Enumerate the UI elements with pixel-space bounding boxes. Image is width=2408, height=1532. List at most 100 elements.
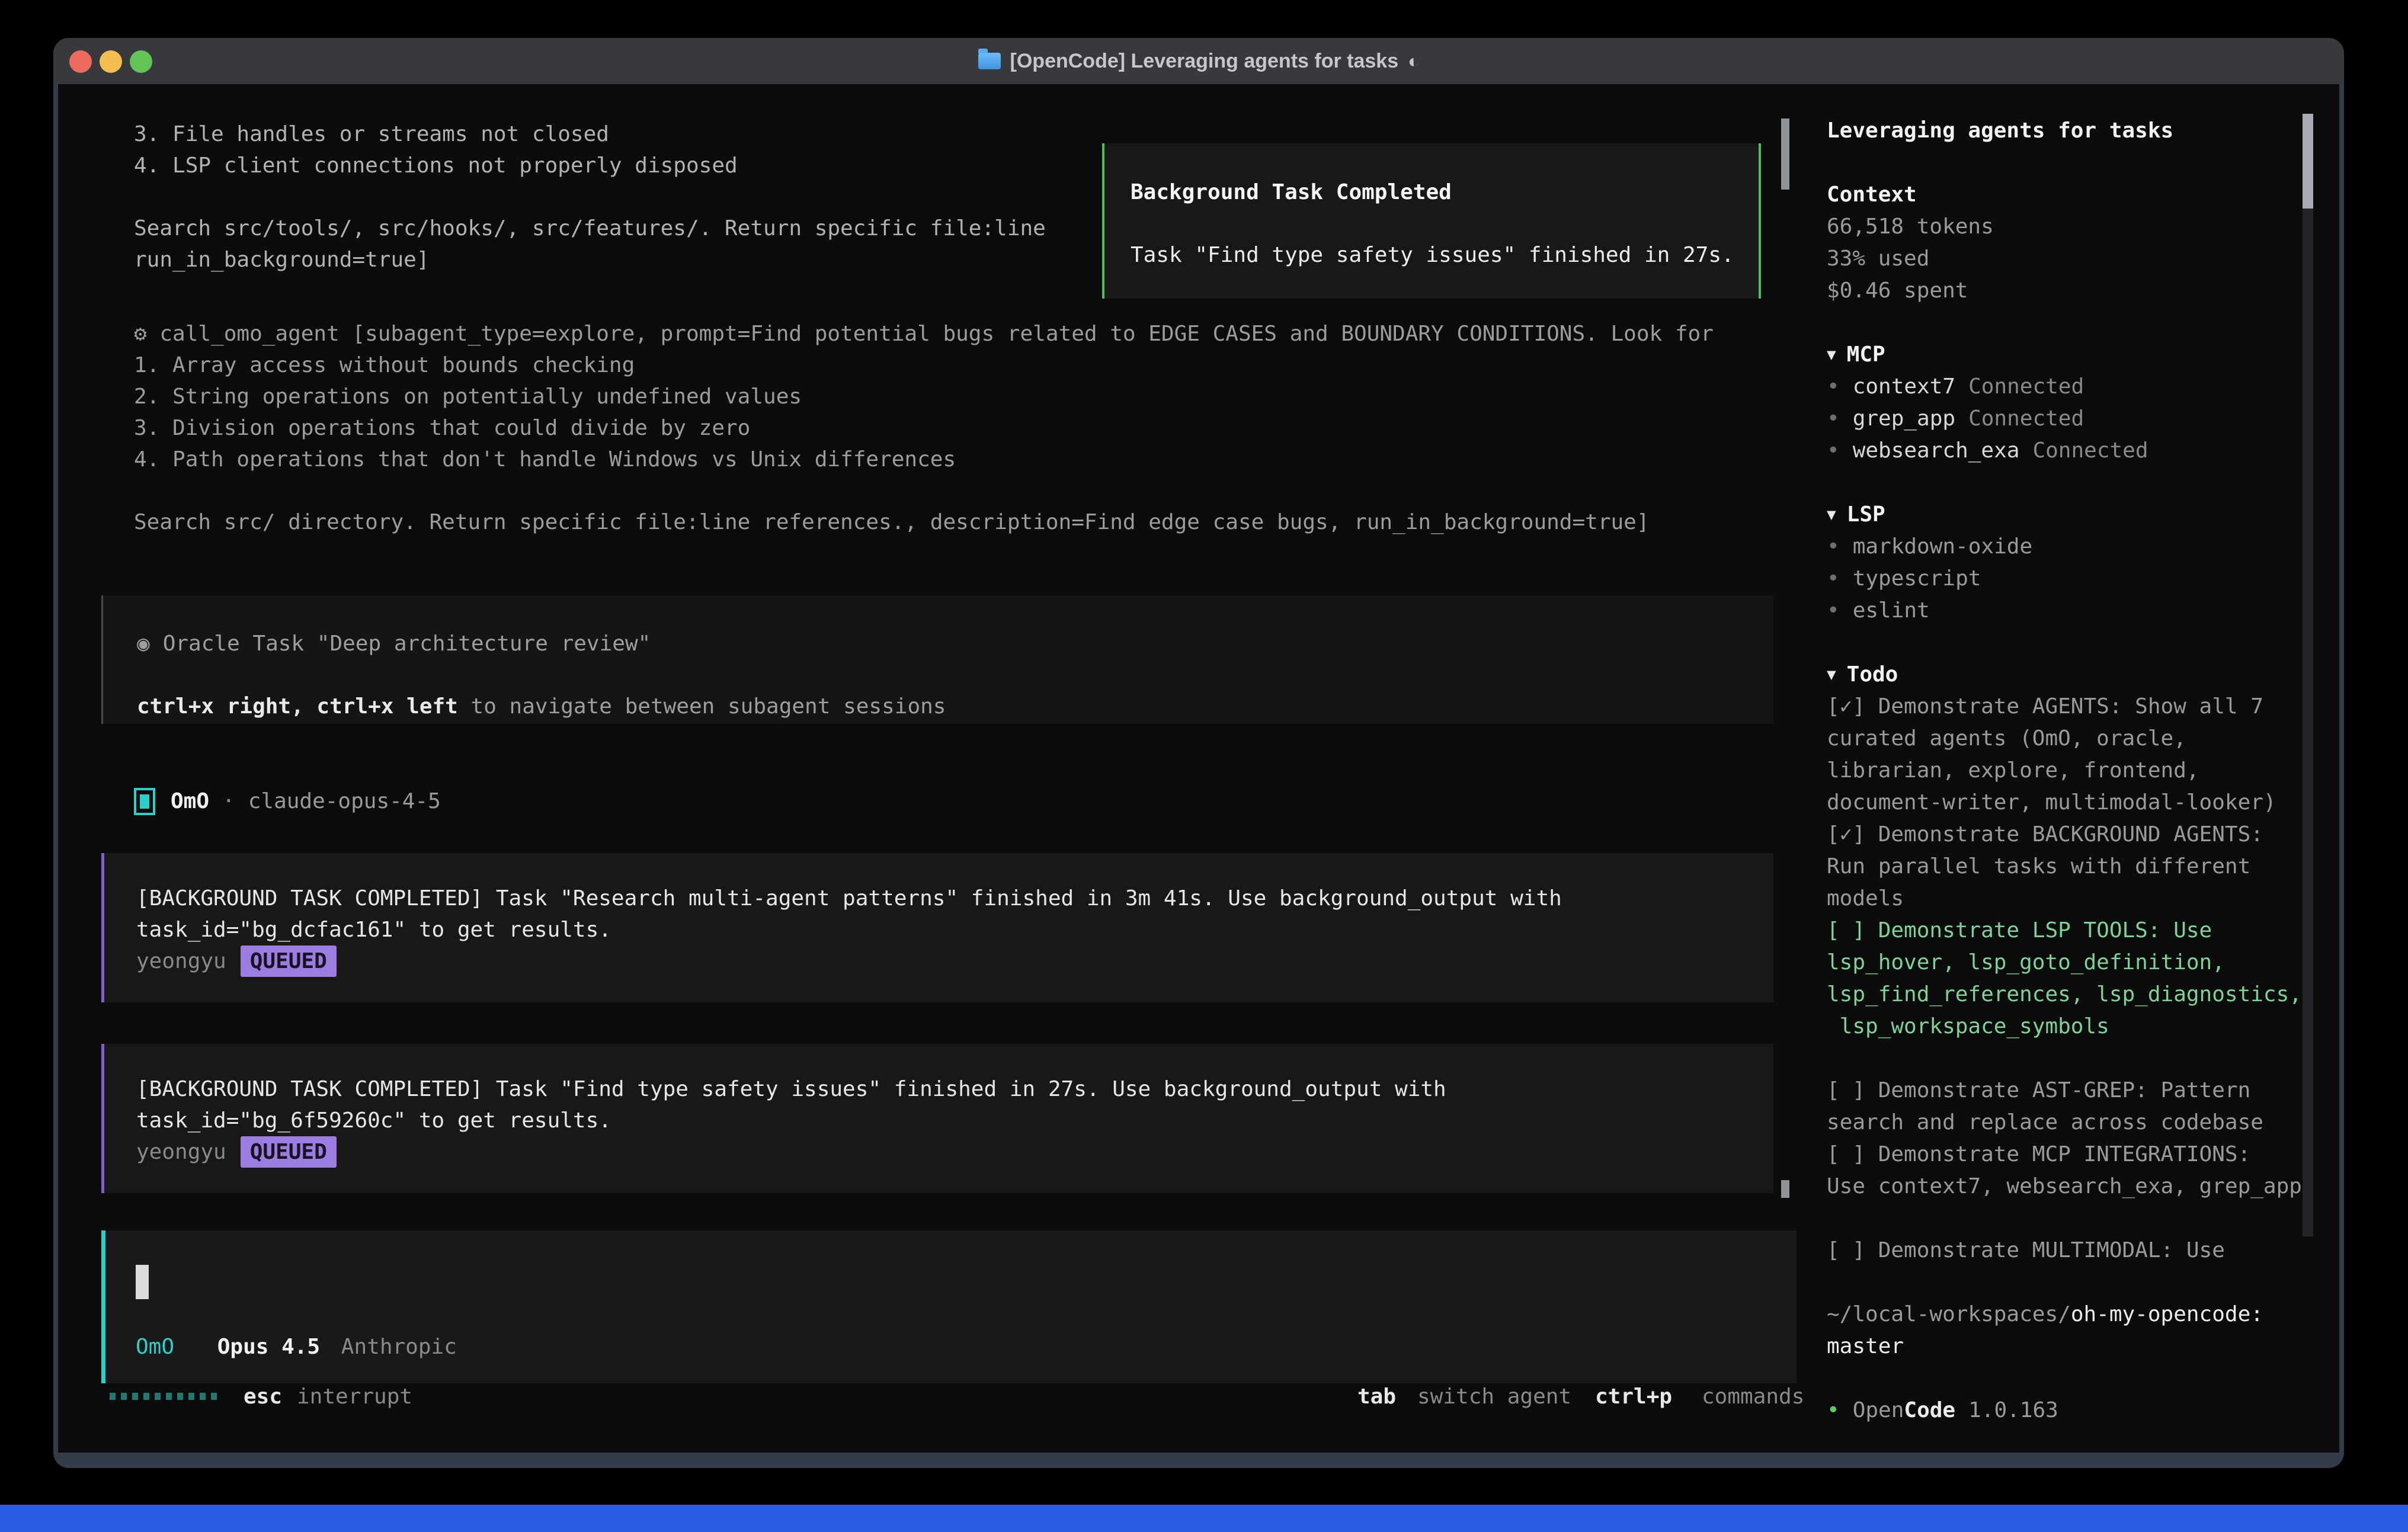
task-line-1: [BACKGROUND TASK COMPLETED] Task "Resear… xyxy=(136,883,1773,914)
transcript-scrollbar-thumb-bottom[interactable] xyxy=(1781,1180,1789,1198)
task-meta: yeongyu QUEUED xyxy=(136,946,1773,977)
sidebar-scrollbar-thumb[interactable] xyxy=(2303,114,2313,209)
esc-key-label: interrupt xyxy=(297,1381,412,1412)
oracle-hint-line: ctrl+x right, ctrl+x left to navigate be… xyxy=(137,691,1773,722)
mcp-server-name: websearch_exa xyxy=(1853,438,2020,463)
version-line: • OpenCode 1.0.163 xyxy=(1827,1395,2301,1427)
todo-item-pending: [ ] Demonstrate MULTIMODAL: Use xyxy=(1827,1235,2301,1267)
notification-body: Task "Find type safety issues" finished … xyxy=(1131,239,1759,271)
bullet-icon: • xyxy=(1827,438,1840,463)
mcp-server-name: grep_app xyxy=(1853,406,1955,431)
activity-spinner-dots xyxy=(110,1393,222,1400)
input-model-name[interactable]: Opus 4.5 xyxy=(217,1335,320,1359)
app-version-number: 1.0.163 xyxy=(1968,1398,2058,1422)
todo-item-active: [ ] Demonstrate LSP TOOLS: Use lsp_hover… xyxy=(1827,915,2301,1043)
version-bullet-icon: • xyxy=(1827,1398,1840,1422)
session-title: Leveraging agents for tasks xyxy=(1827,115,2301,147)
todo-section-header[interactable]: ▼ Todo xyxy=(1827,659,2301,691)
agent-icon-fill xyxy=(140,794,149,809)
prompt-input[interactable]: OmO Opus 4.5 Anthropic xyxy=(101,1230,1797,1383)
esc-key-hint: esc xyxy=(244,1381,282,1412)
agent-model: claude-opus-4-5 xyxy=(248,786,441,817)
task-line-2: task_id="bg_dcfac161" to get results. xyxy=(136,914,1773,946)
lsp-server-name: markdown-oxide xyxy=(1853,534,2032,559)
model-row: OmO Opus 4.5 Anthropic xyxy=(136,1331,457,1363)
transcript-scrollbar-thumb[interactable] xyxy=(1781,118,1789,190)
mcp-server-status: Connected xyxy=(1968,406,2084,431)
workspace-repo: oh-my-opencode: xyxy=(2071,1302,2263,1326)
oracle-task-title-line: ◉Oracle Task "Deep architecture review" xyxy=(137,628,1773,659)
mcp-server-status: Connected xyxy=(1968,374,2084,399)
terminal-content: 3. File handles or streams not closed 4.… xyxy=(58,84,2339,1453)
todo-heading: Todo xyxy=(1847,662,1898,687)
workspace-path-prefix: ~/local-workspaces/ xyxy=(1827,1302,2071,1326)
sidebar-scrollbar-track[interactable] xyxy=(2303,114,2313,1236)
context-heading: Context xyxy=(1827,179,2301,211)
mcp-server-name: context7 xyxy=(1853,374,1955,399)
lsp-heading: LSP xyxy=(1847,502,1885,527)
mcp-section-header[interactable]: ▼ MCP xyxy=(1827,339,2301,371)
context-spent: $0.46 spent xyxy=(1827,275,2301,307)
tab-key-label: switch agent xyxy=(1417,1381,1571,1412)
workspace-path: ~/local-workspaces/oh-my-opencode: xyxy=(1827,1299,2301,1331)
title-wrap: [OpenCode] Leveraging agents for tasks ◐ xyxy=(978,50,1420,73)
lsp-item: • eslint xyxy=(1827,595,2301,627)
oracle-task-title: Oracle Task "Deep architecture review" xyxy=(163,632,651,656)
task-user: yeongyu xyxy=(136,1136,226,1168)
bullet-icon: • xyxy=(1827,534,1840,559)
lsp-server-name: typescript xyxy=(1853,566,1981,591)
background-task-card: [BACKGROUND TASK COMPLETED] Task "Resear… xyxy=(101,853,1773,1002)
agent-name: OmO xyxy=(171,786,209,817)
bullet-icon: • xyxy=(1827,374,1840,399)
task-meta: yeongyu QUEUED xyxy=(136,1136,1773,1168)
context-tokens: 66,518 tokens xyxy=(1827,211,2301,243)
desktop-accent-bar xyxy=(0,1505,2408,1532)
chevron-down-icon: ▼ xyxy=(1827,506,1836,524)
transcript-intro-text: 3. File handles or streams not closed 4.… xyxy=(134,118,1046,275)
window-title: [OpenCode] Leveraging agents for tasks xyxy=(1010,50,1399,73)
lsp-server-name: eslint xyxy=(1853,598,1930,623)
zoom-button[interactable] xyxy=(130,50,152,73)
app-name-bold: Code xyxy=(1904,1398,1955,1422)
task-line-1: [BACKGROUND TASK COMPLETED] Task "Find t… xyxy=(136,1073,1773,1105)
task-line-2: task_id="bg_6f59260c" to get results. xyxy=(136,1105,1773,1136)
agent-header: OmO · claude-opus-4-5 xyxy=(134,786,441,817)
todo-item-done: [✓] Demonstrate AGENTS: Show all 7 curat… xyxy=(1827,691,2301,819)
tab-key-hint: tab xyxy=(1357,1381,1396,1412)
bullet-icon: • xyxy=(1827,598,1840,623)
text-cursor xyxy=(136,1265,149,1299)
terminal-window: [OpenCode] Leveraging agents for tasks ◐… xyxy=(53,38,2344,1468)
session-status-icon: ◐ xyxy=(1408,50,1419,72)
todo-item-pending: [ ] Demonstrate AST-GREP: Pattern search… xyxy=(1827,1075,2301,1139)
todo-item-done: [✓] Demonstrate BACKGROUND AGENTS: Run p… xyxy=(1827,819,2301,915)
sidebar: Leveraging agents for tasks Context 66,5… xyxy=(1827,115,2301,1427)
minimize-button[interactable] xyxy=(100,50,122,73)
lsp-item: • markdown-oxide xyxy=(1827,531,2301,563)
notification-toast[interactable]: Background Task Completed Task "Find typ… xyxy=(1102,143,1761,299)
context-used: 33% used xyxy=(1827,243,2301,275)
app-name-dim: Open xyxy=(1853,1398,1904,1422)
close-button[interactable] xyxy=(69,50,92,73)
chevron-down-icon: ▼ xyxy=(1827,666,1836,684)
lsp-item: • typescript xyxy=(1827,563,2301,595)
task-user: yeongyu xyxy=(136,946,226,977)
lsp-section-header[interactable]: ▼ LSP xyxy=(1827,499,2301,531)
notification-title: Background Task Completed xyxy=(1131,177,1759,208)
background-task-card: [BACKGROUND TASK COMPLETED] Task "Find t… xyxy=(101,1044,1773,1193)
chevron-down-icon: ▼ xyxy=(1827,346,1836,364)
oracle-task-box: ◉Oracle Task "Deep architecture review" … xyxy=(101,595,1773,724)
mcp-item: • grep_app Connected xyxy=(1827,403,2301,435)
workspace-branch: master xyxy=(1827,1331,2301,1363)
agent-separator: · xyxy=(222,786,235,817)
ctrlp-key-label: commands xyxy=(1702,1381,1804,1412)
mcp-heading: MCP xyxy=(1847,342,1885,367)
traffic-lights xyxy=(69,50,152,73)
mcp-server-status: Connected xyxy=(2032,438,2148,463)
bullet-icon: • xyxy=(1827,406,1840,431)
todo-item-pending: [ ] Demonstrate MCP INTEGRATIONS: Use co… xyxy=(1827,1139,2301,1203)
input-agent-name: OmO xyxy=(136,1335,174,1359)
folder-icon xyxy=(978,53,1001,69)
status-badge: QUEUED xyxy=(241,1136,337,1168)
titlebar[interactable]: [OpenCode] Leveraging agents for tasks ◐ xyxy=(53,38,2344,84)
bullet-icon: • xyxy=(1827,566,1840,591)
